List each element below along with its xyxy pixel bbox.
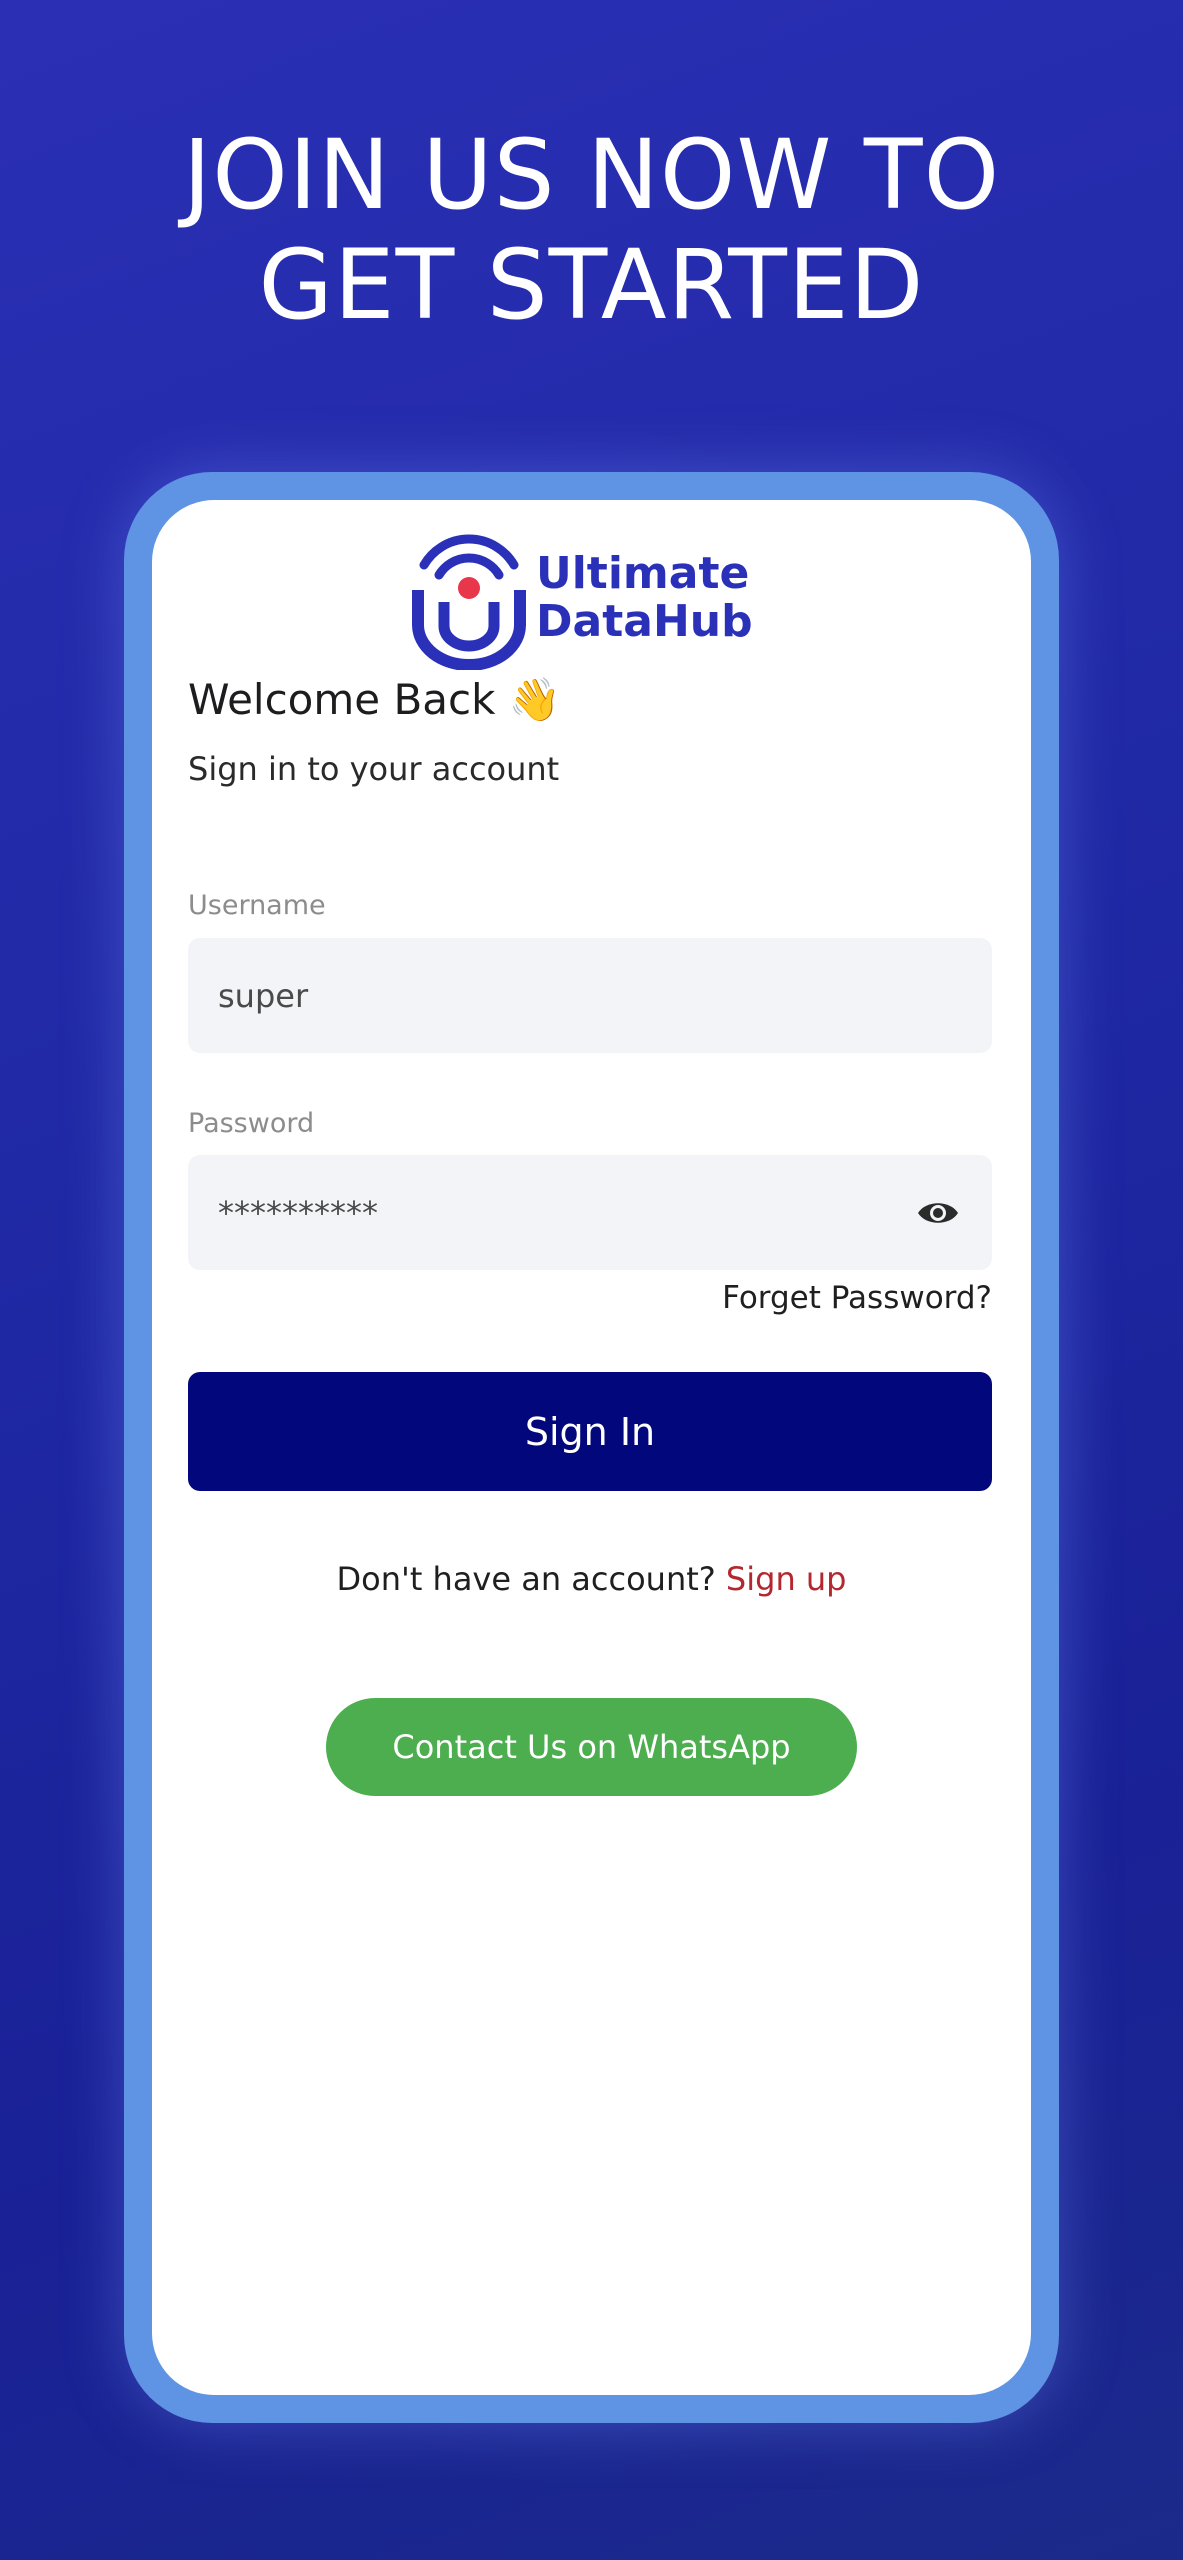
no-account-text: Don't have an account? [336,1560,716,1598]
logo-line-2: DataHub [536,596,753,647]
phone-screen: Ultimate DataHub Welcome Back 👋 Sign in … [152,500,1031,2395]
whatsapp-contact-button[interactable]: Contact Us on WhatsApp [326,1698,857,1796]
welcome-heading: Welcome Back 👋 [188,675,562,724]
headline-line-1: JOIN US NOW TO [182,119,1001,231]
signup-link[interactable]: Sign up [726,1560,847,1598]
password-field[interactable]: ********** [188,1155,992,1270]
logo-line-1: Ultimate [536,548,750,599]
logo-wordmark: Ultimate DataHub [536,550,753,646]
headline-line-2: GET STARTED [258,229,925,341]
signin-button[interactable]: Sign In [188,1372,992,1491]
phone-frame: Ultimate DataHub Welcome Back 👋 Sign in … [124,472,1059,2423]
username-value: super [218,976,309,1015]
signin-subtitle: Sign in to your account [188,750,560,788]
promo-headline: JOIN US NOW TO GET STARTED [0,120,1183,340]
password-value: ********** [218,1193,378,1232]
eye-icon[interactable] [916,1198,960,1228]
password-label: Password [188,1108,315,1139]
signup-prompt: Don't have an account? Sign up [152,1560,1031,1598]
username-field[interactable]: super [188,938,992,1053]
username-label: Username [188,890,326,921]
app-logo: Ultimate DataHub [404,520,784,670]
u-wifi-logo-icon [412,534,526,670]
forget-password-link[interactable]: Forget Password? [722,1280,992,1316]
